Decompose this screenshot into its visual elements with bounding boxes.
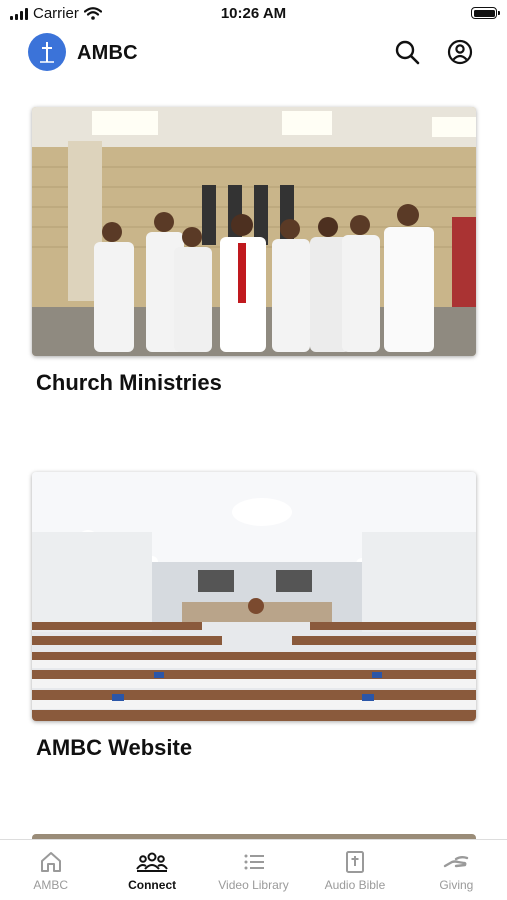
card-title: AMBC Website bbox=[36, 735, 193, 760]
tab-ambc[interactable]: AMBC bbox=[0, 840, 101, 900]
bible-icon bbox=[345, 851, 364, 873]
app-logo[interactable] bbox=[28, 33, 66, 71]
church-ministries-photo bbox=[32, 107, 476, 356]
status-bar: Carrier 10:26 AM bbox=[0, 0, 507, 30]
home-icon bbox=[40, 852, 61, 872]
card-church-ministries[interactable]: Church Ministries bbox=[32, 107, 476, 396]
tab-label: Giving bbox=[439, 878, 474, 892]
tab-label: Connect bbox=[128, 878, 177, 892]
tab-audio-bible[interactable]: Audio Bible bbox=[304, 840, 405, 900]
card-title: Church Ministries bbox=[36, 370, 222, 395]
card-ambc-website[interactable]: AMBC Website bbox=[32, 472, 476, 761]
list-icon bbox=[244, 854, 264, 870]
giving-hand-icon bbox=[444, 856, 469, 868]
church-cross-icon bbox=[40, 42, 54, 63]
bottom-tab-bar: AMBC Connect Video Library Audio Bible G… bbox=[0, 839, 507, 900]
app-title: AMBC bbox=[77, 42, 138, 64]
profile-button[interactable] bbox=[446, 38, 474, 66]
app-header: AMBC bbox=[0, 30, 507, 76]
status-time: 10:26 AM bbox=[220, 5, 287, 22]
tab-video-library[interactable]: Video Library bbox=[203, 840, 304, 900]
search-button[interactable] bbox=[393, 38, 421, 66]
sanctuary-photo bbox=[32, 472, 476, 721]
people-group-icon bbox=[136, 852, 168, 872]
tab-giving[interactable]: Giving bbox=[406, 840, 507, 900]
tab-label: AMBC bbox=[33, 878, 69, 892]
tab-label: Video Library bbox=[218, 878, 289, 892]
tab-connect[interactable]: Connect bbox=[101, 840, 202, 900]
tab-label: Audio Bible bbox=[324, 878, 386, 892]
battery-icon bbox=[471, 7, 500, 19]
search-icon bbox=[395, 40, 420, 65]
user-circle-icon bbox=[447, 39, 473, 65]
